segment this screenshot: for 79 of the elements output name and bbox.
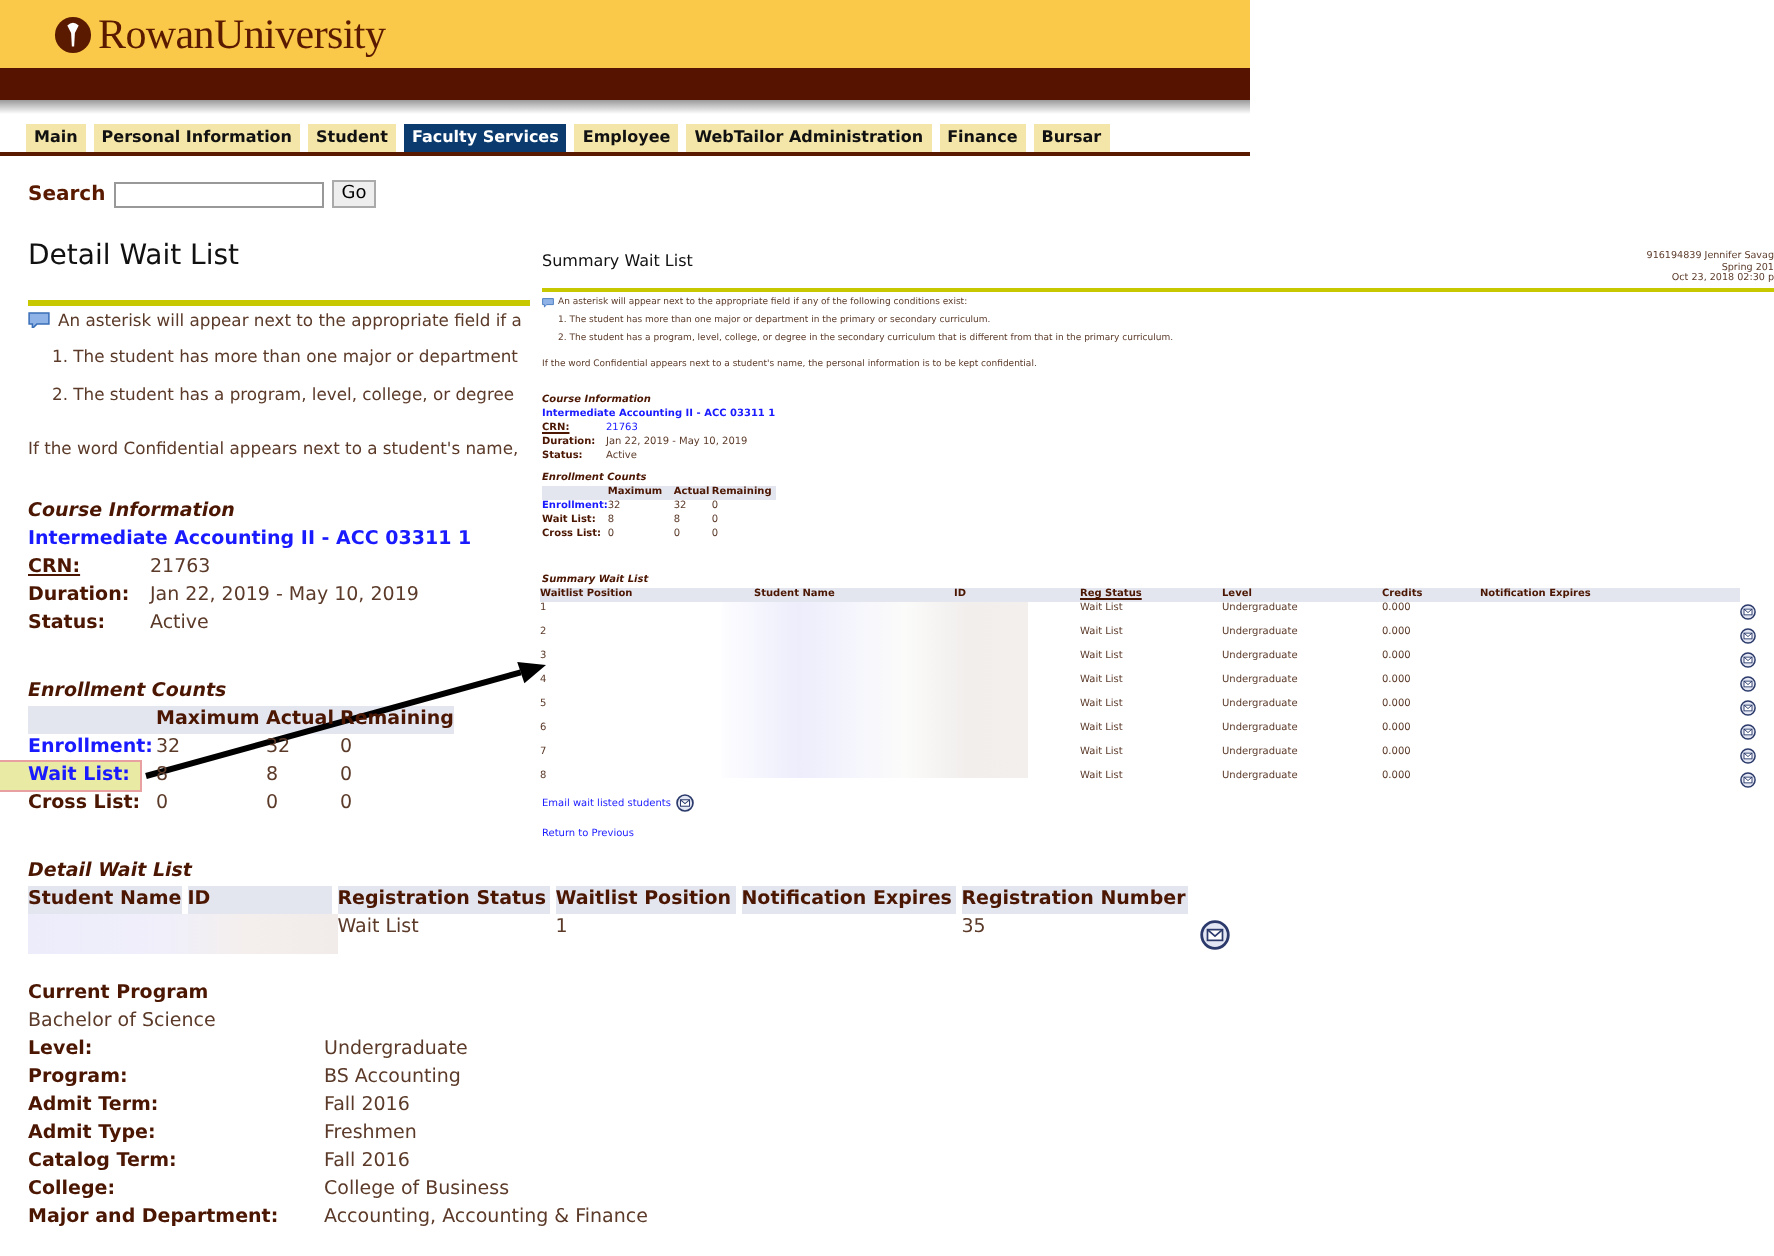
condition-text: 1. The student has more than one major or department [52,346,518,366]
section-heading: Enrollment Counts [28,680,227,702]
go-button[interactable]: Go [331,180,377,208]
envelope-icon[interactable] [1740,676,1756,692]
column-header: Student Name [28,886,188,914]
row-label: Cross List: [28,792,141,814]
nav-tab[interactable]: Main [26,124,86,152]
table-cell: 1 [555,916,568,938]
degree-text: Bachelor of Science [28,1010,216,1032]
section-heading: Current Program [28,982,209,1004]
table-cell: 0 [340,736,353,758]
table-cell: 8 [266,764,279,786]
envelope-icon[interactable] [1740,724,1756,740]
nav-tab[interactable]: Faculty Services [403,124,567,152]
envelope-icon[interactable] [676,794,695,812]
section-heading: Detail Wait List [28,860,192,882]
nav-tab[interactable]: Personal Information [93,124,300,152]
envelope-icon[interactable] [1740,628,1756,644]
field-label: College: [28,1176,117,1204]
column-header: Maximum [156,706,262,734]
table-cell: 35 [961,916,986,938]
envelope-icon[interactable] [1199,920,1230,950]
nav-tab[interactable]: WebTailor Administration [686,124,932,152]
nav-tab[interactable]: Employee [574,124,679,152]
inset-title: Summary Wait List [542,250,693,274]
table-cell: 0 [340,764,353,786]
field-label: Program: [28,1064,130,1092]
table-cell: 32 [266,736,291,758]
row-label[interactable]: Enrollment: [28,736,153,758]
table-cell: 32 [156,736,181,758]
field-value: Undergraduate [324,1036,470,1064]
field-label: Admit Type: [28,1120,158,1148]
column-header: Registration Number [961,886,1194,914]
speech-bubble-icon [28,311,50,329]
confidential-note: If the word Confidential appears next to a student's name, [28,438,519,458]
table-cell: 0 [156,792,169,814]
envelope-icon[interactable] [1740,748,1756,764]
column-header: Registration Status [337,886,556,914]
column-header: Notification Expires [741,886,962,914]
envelope-icon[interactable] [1740,604,1756,620]
field-value: Active [150,610,211,638]
field-value: Freshmen [324,1120,419,1148]
field-value: College of Business [324,1176,512,1204]
field-value: 21763 [150,554,213,582]
table-cell: 0 [266,792,279,814]
field-value: Accounting, Accounting & Finance [324,1204,648,1232]
field-label: Admit Term: [28,1092,161,1120]
row-label[interactable]: Wait List: [0,762,140,790]
column-header: Actual [266,706,336,734]
speech-bubble-icon [542,298,554,308]
field-label: Duration: [28,582,132,610]
field-value: Fall 2016 [324,1148,412,1176]
field-label: Status: [28,610,108,638]
nav-tab[interactable]: Student [308,124,396,152]
table-cell: Wait List [337,916,419,938]
search-field[interactable] [113,181,324,207]
envelope-icon[interactable] [1740,772,1756,788]
column-header: ID [187,886,338,914]
nav-tab[interactable]: Finance [939,124,1026,152]
torch-logo-icon [54,15,92,53]
field-label: Major and Department: [28,1204,281,1232]
field-label: Catalog Term: [28,1148,179,1176]
condition-text: 2. The student has a program, level, college, or degree [52,384,515,404]
search-label: Search [28,183,106,205]
field-value: Jan 22, 2019 - May 10, 2019 [150,582,419,610]
section-heading: Course Information [28,500,235,522]
nav-tab[interactable]: Bursar [1033,124,1110,152]
envelope-icon[interactable] [1740,652,1756,668]
field-label: Level: [28,1036,95,1064]
field-label: CRN: [28,554,83,582]
logo-text: RowanUniversity [98,9,386,59]
column-header: Waitlist Position [555,886,742,914]
envelope-icon[interactable] [1740,700,1756,716]
page-title: Detail Wait List [28,238,240,276]
field-value: BS Accounting [324,1064,463,1092]
course-link[interactable]: Intermediate Accounting II - ACC 03311 1 [28,528,472,550]
table-cell: 0 [340,792,353,814]
info-text: An asterisk will appear next to the appropriate field if a [58,308,522,334]
field-value: Fall 2016 [324,1092,412,1120]
